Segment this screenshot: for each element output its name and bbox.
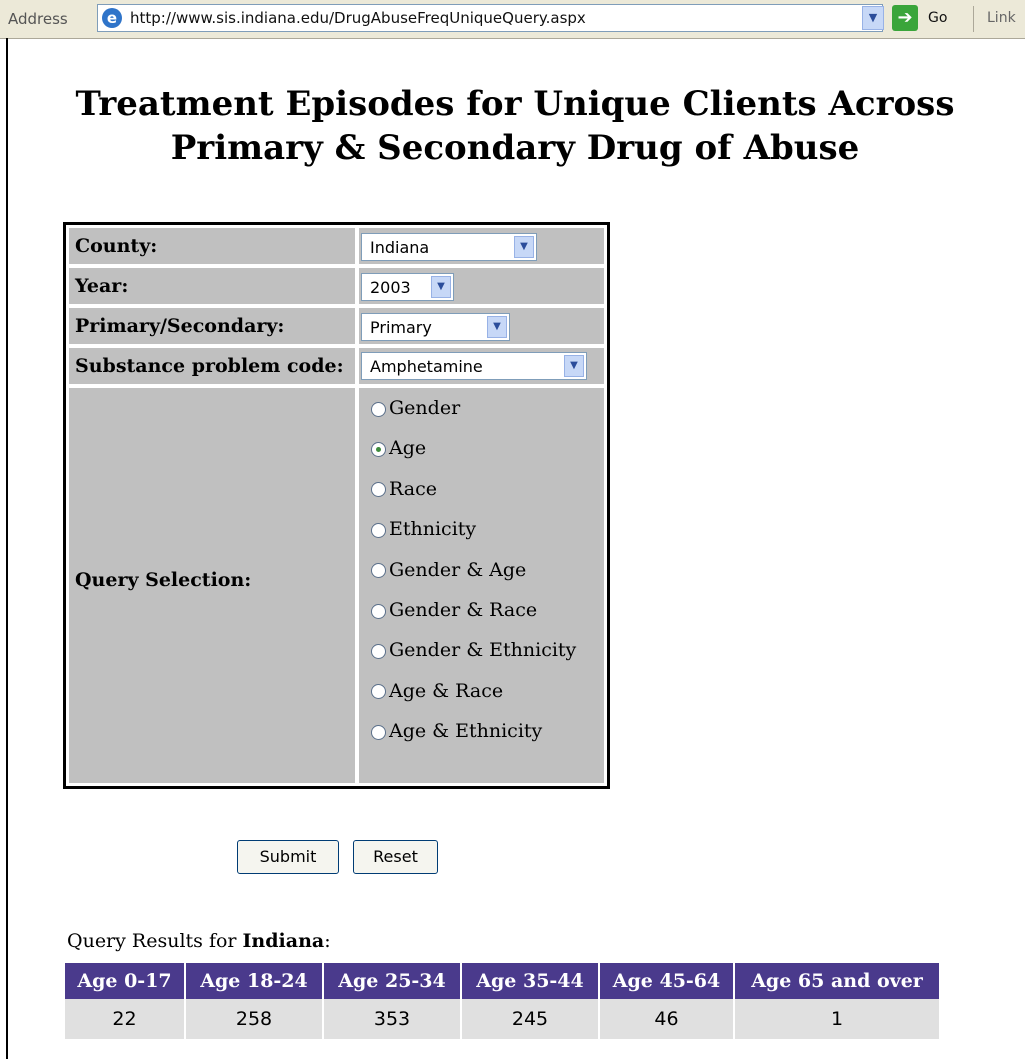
radio-unchecked-icon[interactable] [371, 684, 386, 700]
results-caption-suffix: : [324, 930, 331, 952]
radio-option-label: Age & Race [389, 679, 504, 702]
page-title: Treatment Episodes for Unique Clients Ac… [75, 84, 955, 168]
results-header-cell: Age 35-44 [462, 963, 600, 999]
query-form-table: County: Indiana ▼ Year: 2003 ▼ Primary/S… [63, 222, 610, 789]
substance-label: Substance problem code: [75, 355, 344, 377]
year-label-cell: Year: [69, 268, 355, 304]
results-value-cell: 353 [324, 999, 462, 1039]
county-label-cell: County: [69, 228, 355, 264]
radio-option-age-and-ethnicity[interactable]: Age & Ethnicity [371, 720, 542, 758]
radio-option-race[interactable]: Race [371, 478, 437, 516]
ie-page-icon: e [102, 8, 122, 28]
radio-option-label: Gender & Race [389, 599, 538, 621]
results-header-cell: Age 0-17 [65, 963, 186, 999]
radio-unchecked-icon[interactable] [371, 724, 386, 740]
go-button[interactable]: Go [928, 10, 947, 26]
results-value-cell: 22 [65, 999, 186, 1039]
radio-option-gender-and-ethnicity[interactable]: Gender & Ethnicity [371, 639, 576, 677]
radio-option-gender-and-age[interactable]: Gender & Age [371, 559, 526, 597]
year-label: Year: [75, 275, 129, 297]
results-header-row: Age 0-17 Age 18-24 Age 25-34 Age 35-44 Age 4… [65, 963, 941, 999]
primsec-select[interactable]: Primary ▼ [361, 313, 510, 341]
chevron-down-icon[interactable]: ▼ [431, 276, 451, 298]
radio-unchecked-icon[interactable] [371, 522, 386, 538]
results-header-cell: Age 18-24 [186, 963, 324, 999]
query-options-cell: Gender Age Race Ethnicity Gender & Age Gender… [359, 388, 604, 783]
chevron-down-icon[interactable]: ▼ [487, 316, 507, 338]
window-left-border [6, 38, 8, 1059]
radio-option-gender-and-race[interactable]: Gender & Race [371, 599, 537, 637]
primsec-field-cell: Primary ▼ [359, 308, 604, 344]
year-select[interactable]: 2003 ▼ [361, 273, 454, 301]
query-label-cell: Query Selection: [69, 388, 355, 783]
results-header-cell: Age 45-64 [600, 963, 735, 999]
radio-option-age-and-race[interactable]: Age & Race [371, 680, 503, 718]
address-input[interactable]: e http://www.sis.indiana.edu/DrugAbuseFr… [97, 4, 883, 32]
county-select[interactable]: Indiana ▼ [361, 233, 537, 261]
go-arrow-icon[interactable]: ➔ [892, 5, 918, 31]
year-select-value: 2003 [370, 278, 411, 297]
radio-checked-icon[interactable] [371, 441, 386, 457]
radio-option-label: Age [389, 437, 427, 460]
radio-option-label: Gender & Age [389, 558, 527, 581]
chevron-down-icon[interactable]: ▼ [514, 236, 534, 258]
results-value-cell: 46 [600, 999, 735, 1039]
radio-option-label: Ethnicity [389, 518, 477, 541]
radio-unchecked-icon[interactable] [371, 643, 386, 659]
radio-option-label: Age & Ethnicity [389, 720, 543, 743]
radio-option-label: Race [389, 477, 437, 500]
results-caption-county: Indiana [242, 930, 325, 952]
results-value-row: 22 258 353 245 46 1 [65, 999, 941, 1039]
results-header-cell: Age 25-34 [324, 963, 462, 999]
results-header-cell: Age 65 and over [735, 963, 941, 999]
submit-button[interactable]: Submit [237, 840, 339, 874]
results-value-cell: 1 [735, 999, 941, 1039]
radio-option-ethnicity[interactable]: Ethnicity [371, 518, 476, 556]
address-url[interactable]: http://www.sis.indiana.edu/DrugAbuseFreq… [130, 9, 586, 27]
substance-select-value: Amphetamine [370, 357, 483, 376]
links-button[interactable]: Link [987, 10, 1016, 26]
primsec-label: Primary/Secondary: [75, 315, 285, 337]
address-bar: Address e http://www.sis.indiana.edu/Dru… [0, 0, 1025, 39]
results-table: Age 0-17 Age 18-24 Age 25-34 Age 35-44 Age 4… [65, 963, 941, 1039]
radio-option-age[interactable]: Age [371, 437, 426, 475]
radio-option-label: Gender [389, 397, 461, 419]
primsec-label-cell: Primary/Secondary: [69, 308, 355, 344]
results-caption-prefix: Query Results for [67, 930, 243, 952]
results-caption: Query Results for Indiana: [67, 930, 331, 952]
radio-unchecked-icon[interactable] [371, 401, 386, 417]
chevron-down-icon[interactable]: ▼ [564, 355, 584, 377]
substance-label-cell: Substance problem code: [69, 348, 355, 384]
radio-option-gender[interactable]: Gender [371, 397, 460, 435]
substance-field-cell: Amphetamine ▼ [359, 348, 604, 384]
radio-option-label: Gender & Ethnicity [389, 639, 577, 662]
query-selection-label: Query Selection: [75, 569, 252, 591]
radio-unchecked-icon[interactable] [371, 482, 386, 498]
county-field-cell: Indiana ▼ [359, 228, 604, 264]
substance-select[interactable]: Amphetamine ▼ [361, 352, 587, 380]
results-value-cell: 245 [462, 999, 600, 1039]
address-label: Address [8, 10, 68, 28]
address-dropdown-icon[interactable]: ▼ [862, 6, 884, 30]
primsec-select-value: Primary [370, 318, 432, 337]
radio-unchecked-icon[interactable] [371, 563, 386, 579]
county-select-value: Indiana [370, 238, 430, 257]
results-value-cell: 258 [186, 999, 324, 1039]
toolbar-separator [973, 6, 974, 32]
year-field-cell: 2003 ▼ [359, 268, 604, 304]
reset-button[interactable]: Reset [353, 840, 438, 874]
county-label: County: [75, 235, 158, 257]
radio-unchecked-icon[interactable] [371, 603, 386, 619]
